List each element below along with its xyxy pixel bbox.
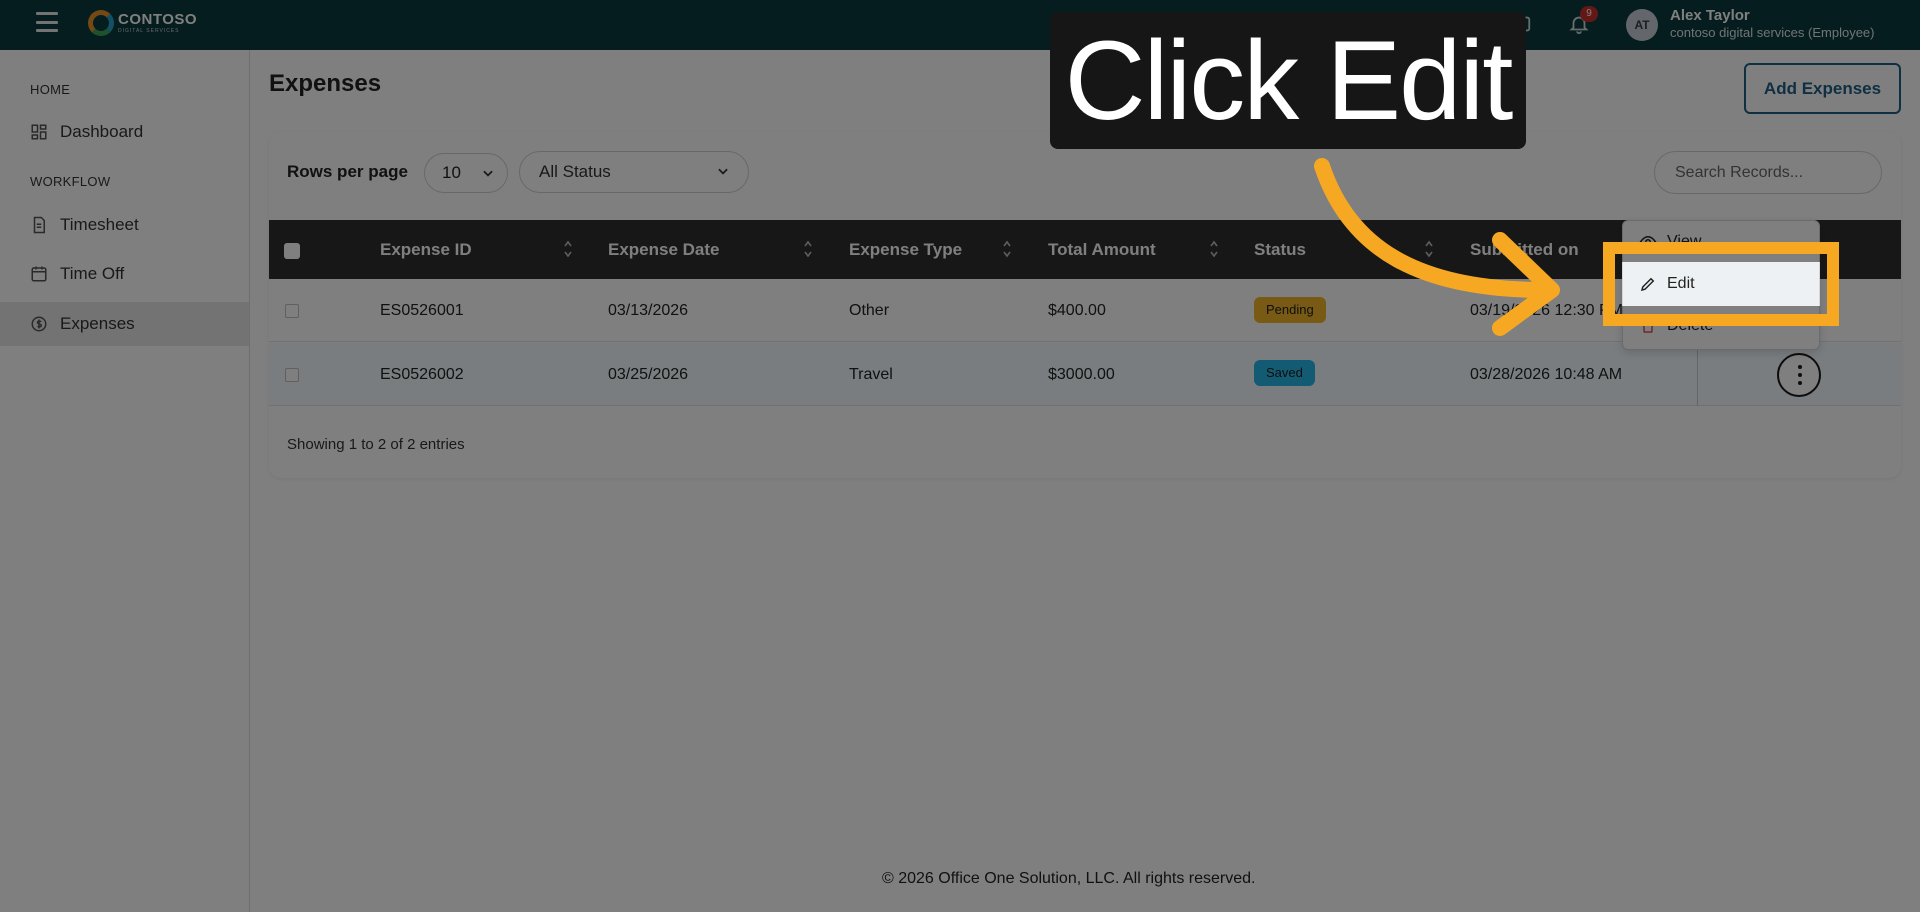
tutorial-highlight-box	[1603, 242, 1839, 326]
tutorial-callout: Click Edit	[1050, 12, 1526, 149]
tutorial-dim-overlay	[0, 0, 1920, 912]
